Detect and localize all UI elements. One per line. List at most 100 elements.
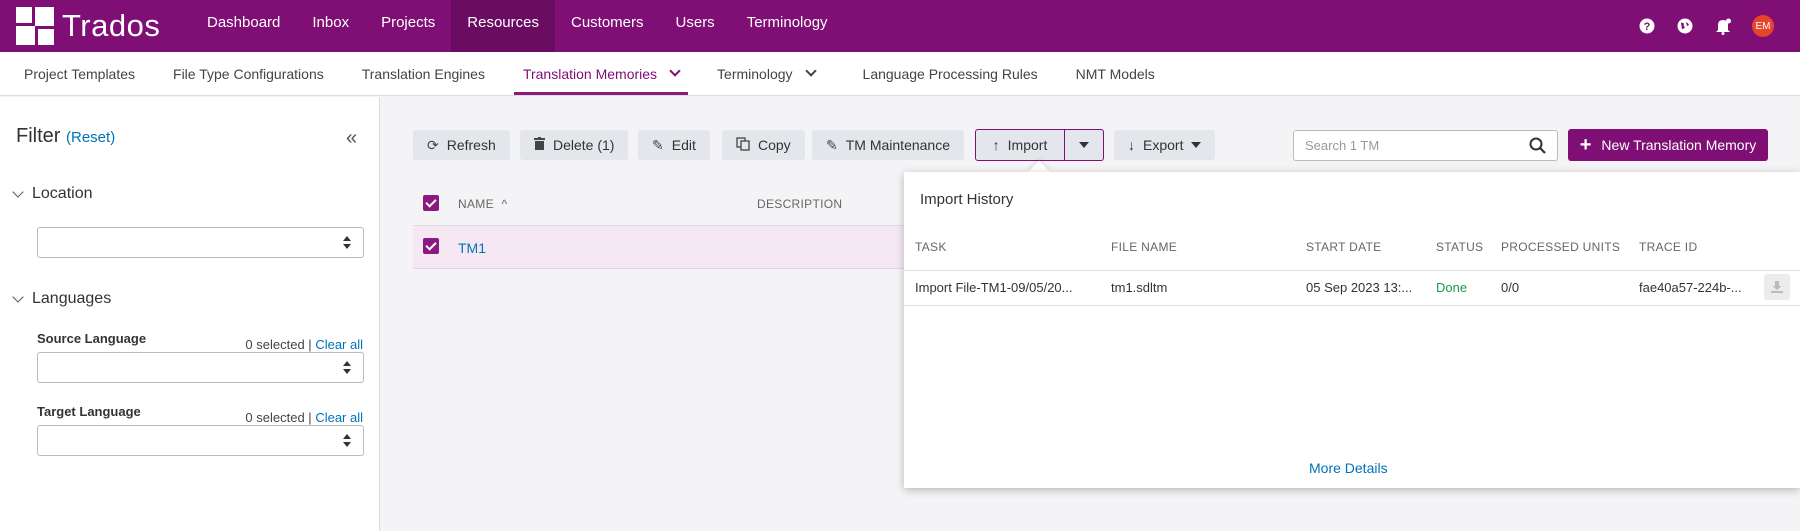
nav-projects[interactable]: Projects [365, 0, 451, 52]
sort-arrows-icon [343, 361, 351, 375]
delete-button[interactable]: Delete (1) [520, 130, 629, 160]
separator: | [308, 410, 312, 425]
tab-project-templates[interactable]: Project Templates [5, 52, 154, 96]
import-file-name-cell: tm1.sdltm [1111, 280, 1168, 295]
import-dropdown-toggle[interactable] [1065, 130, 1103, 160]
column-header-processed-units: PROCESSED UNITS [1501, 240, 1621, 254]
caret-down-icon [1079, 142, 1089, 148]
refresh-icon: ⟳ [427, 136, 439, 153]
import-history-popover: Import History TASK FILE NAME START DATE… [904, 172, 1800, 488]
trados-logo-mark-icon [16, 7, 54, 45]
trados-logo[interactable]: Trados [16, 0, 176, 52]
resources-subnav: Project Templates File Type Configuratio… [0, 52, 1800, 96]
download-button[interactable] [1764, 274, 1790, 300]
trash-icon [534, 137, 545, 153]
search-icon[interactable] [1529, 137, 1547, 155]
collapse-panel-icon[interactable]: « [346, 127, 357, 150]
arrow-down-icon: ↓ [1128, 137, 1135, 153]
source-selected-count: 0 selected [245, 337, 305, 352]
chevron-down-icon [804, 65, 817, 77]
column-header-status: STATUS [1436, 240, 1484, 254]
filter-title-text: Filter [16, 125, 61, 147]
tab-terminology-label: Terminology [717, 65, 793, 82]
column-header-description[interactable]: DESCRIPTION [757, 197, 842, 211]
target-language-label: Target Language [37, 404, 141, 419]
source-language-select[interactable] [37, 352, 364, 383]
top-bar: Trados Dashboard Inbox Projects Resource… [0, 0, 1800, 52]
delete-label: Delete (1) [553, 137, 615, 153]
tab-file-type-configurations[interactable]: File Type Configurations [154, 52, 343, 96]
chevron-down-icon [669, 65, 681, 77]
refresh-button[interactable]: ⟳ Refresh [413, 130, 510, 160]
divider [904, 270, 1800, 271]
divider [904, 305, 1800, 306]
download-icon [1771, 281, 1783, 293]
tab-terminology[interactable]: Terminology [698, 52, 833, 96]
separator: | [308, 337, 312, 352]
column-header-task: TASK [915, 240, 947, 254]
chevron-down-icon [12, 291, 24, 303]
column-name-label: NAME [458, 197, 494, 211]
source-clear-all-link[interactable]: Clear all [315, 337, 363, 352]
edit-icon: ✎ [826, 136, 838, 153]
import-trace-id-cell: fae40a57-224b-... [1639, 280, 1742, 295]
nav-terminology[interactable]: Terminology [731, 0, 844, 52]
tab-translation-engines[interactable]: Translation Engines [343, 52, 504, 96]
import-start-date-cell: 05 Sep 2023 13:... [1306, 280, 1413, 295]
export-label: Export [1143, 137, 1184, 153]
tab-translation-memories-label: Translation Memories [522, 65, 658, 82]
edit-label: Edit [671, 137, 696, 153]
tm-name-link[interactable]: TM1 [458, 240, 486, 256]
filter-panel: Filter (Reset) « Location Languages Sour… [0, 97, 380, 531]
nav-resources[interactable]: Resources [451, 0, 555, 52]
bell-icon[interactable] [1714, 17, 1732, 35]
target-clear-all-link[interactable]: Clear all [315, 410, 363, 425]
new-tm-label: New Translation Memory [1601, 137, 1757, 153]
filter-reset-link[interactable]: (Reset) [66, 129, 115, 146]
top-icons: ? EM [1638, 0, 1774, 52]
select-all-checkbox[interactable] [423, 195, 439, 211]
tm-search-field[interactable] [1293, 130, 1558, 161]
copy-icon [736, 136, 750, 154]
location-label: Location [32, 185, 93, 202]
edit-button[interactable]: ✎ Edit [638, 130, 710, 160]
languages-section-header[interactable]: Languages [12, 290, 111, 308]
copy-button[interactable]: Copy [722, 130, 805, 160]
new-translation-memory-button[interactable]: + New Translation Memory [1568, 129, 1768, 161]
import-task-cell: Import File-TM1-09/05/20... [915, 280, 1073, 295]
svg-text:?: ? [1644, 21, 1651, 33]
import-label: Import [1007, 137, 1048, 153]
column-header-trace-id: TRACE ID [1639, 240, 1698, 254]
import-history-title: Import History [920, 191, 1014, 208]
tab-language-processing-rules[interactable]: Language Processing Rules [844, 52, 1057, 96]
column-header-file-name: FILE NAME [1111, 240, 1178, 254]
import-button[interactable]: ↑ Import [976, 130, 1065, 160]
tm-maintenance-button[interactable]: ✎ TM Maintenance [812, 130, 965, 160]
refresh-label: Refresh [446, 137, 496, 153]
avatar[interactable]: EM [1752, 15, 1774, 37]
export-button[interactable]: ↓ Export [1114, 130, 1216, 160]
tab-translation-memories[interactable]: Translation Memories [504, 52, 698, 96]
nav-users[interactable]: Users [660, 0, 731, 52]
tm-search-input[interactable] [1305, 138, 1515, 153]
column-header-name[interactable]: NAME ^ [458, 197, 507, 211]
nav-customers[interactable]: Customers [555, 0, 660, 52]
row-checkbox[interactable] [423, 238, 439, 254]
sort-ascending-icon: ^ [501, 197, 508, 211]
source-language-selection: 0 selected | Clear all [245, 337, 363, 352]
target-language-select[interactable] [37, 425, 364, 456]
caret-down-icon [1191, 142, 1202, 148]
copy-label: Copy [758, 137, 791, 153]
globe-icon[interactable] [1676, 17, 1694, 35]
import-processed-units-cell: 0/0 [1501, 280, 1520, 295]
location-select[interactable] [37, 227, 364, 258]
location-section-header[interactable]: Location [12, 185, 93, 203]
nav-inbox[interactable]: Inbox [296, 0, 365, 52]
main-nav: Dashboard Inbox Projects Resources Custo… [191, 0, 844, 52]
nav-dashboard[interactable]: Dashboard [191, 0, 296, 52]
tab-nmt-models[interactable]: NMT Models [1057, 52, 1174, 96]
more-details-link[interactable]: More Details [1309, 460, 1388, 476]
question-icon[interactable]: ? [1638, 17, 1656, 35]
edit-icon: ✎ [652, 136, 664, 153]
app-name: Trados [62, 8, 161, 43]
